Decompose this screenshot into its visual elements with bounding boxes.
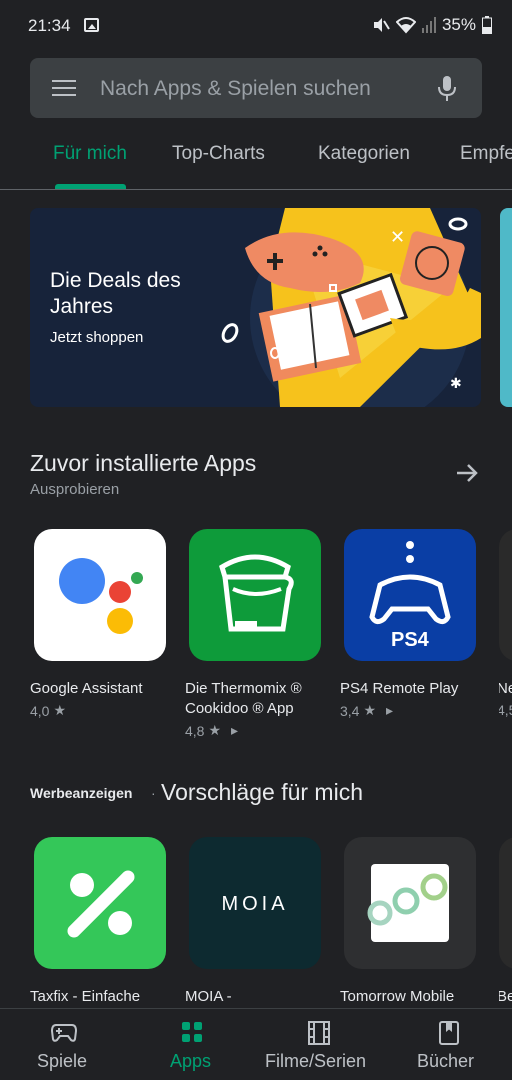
rating-value: 3,4	[340, 702, 360, 719]
google-assistant-icon	[34, 529, 166, 661]
ads-separator: ·	[151, 785, 156, 801]
nav-apps[interactable]: Apps	[128, 1009, 256, 1080]
app-name: Die Thermomix ®	[185, 680, 302, 697]
battery-percent: 35%	[441, 15, 476, 34]
signal-icon	[421, 17, 436, 33]
top-tabs: Für mich Top-Charts Kategorien Empfe	[0, 120, 512, 190]
app-name: Be	[499, 988, 512, 1005]
nav-label: Apps	[170, 1051, 212, 1071]
ps4-icon: PS4	[344, 529, 476, 661]
gamepad-icon	[51, 1024, 77, 1042]
microphone-icon[interactable]	[436, 75, 458, 103]
bottom-navigation: Spiele Apps Filme/Serien Bücher	[0, 1008, 512, 1080]
gallery-notification-icon	[84, 18, 99, 32]
svg-text:✕: ✕	[390, 227, 405, 248]
app-name-line2: Cookidoo ® App	[185, 700, 294, 717]
tab-top-charts[interactable]: Top-Charts	[172, 143, 265, 165]
tab-fuer-mich[interactable]: Für mich	[53, 143, 127, 165]
search-bar[interactable]: Nach Apps & Spielen suchen	[30, 58, 482, 118]
status-icons: 35%	[372, 15, 492, 35]
wifi-icon	[395, 17, 416, 34]
active-tab-indicator	[55, 184, 126, 189]
status-time: 21:34	[28, 16, 71, 35]
section-subtitle-installed: Ausprobieren	[30, 481, 120, 498]
app-card-ps4-remote-play[interactable]: PS4 PS4 Remote Play 3,4 ★ ▸	[340, 529, 484, 719]
banner-title: Die Deals des Jahres	[50, 269, 181, 318]
installed-badge-icon: ▸	[386, 702, 394, 718]
banner-cta[interactable]: Jetzt shoppen	[50, 329, 143, 346]
tomorrow-icon	[344, 837, 476, 969]
film-icon	[308, 1021, 330, 1045]
tab-empfehlungen[interactable]: Empfe	[460, 143, 512, 165]
next-banner-peek[interactable]	[500, 208, 512, 407]
bookmark-book-icon	[439, 1021, 459, 1045]
nav-label: Spiele	[37, 1051, 88, 1071]
app-rating: 4,0 ★	[30, 702, 174, 719]
taxfix-icon	[34, 837, 166, 969]
search-input[interactable]: Nach Apps & Spielen suchen	[100, 77, 371, 101]
nav-label: Bücher	[417, 1051, 475, 1071]
nav-buecher[interactable]: Bücher	[384, 1009, 512, 1080]
rating-value: 4,0	[30, 702, 50, 719]
app-name: PS4 Remote Play	[340, 680, 459, 697]
star-icon: ★	[53, 702, 67, 718]
app-card-partial-2[interactable]: Be	[499, 837, 512, 1007]
promo-banner[interactable]: ✕ ✱ Die Deals des Jahres Jetzt shoppen	[30, 208, 481, 407]
apps-grid-icon	[182, 1022, 202, 1042]
app-name: Tomorrow Mobile	[340, 988, 455, 1005]
app-rating: 3,4 ★ ▸	[340, 702, 484, 719]
status-bar: 21:34 35%	[0, 0, 512, 52]
arrow-right-icon[interactable]	[455, 461, 479, 485]
rating-value: 4,5	[499, 702, 512, 718]
thermomix-icon	[189, 529, 321, 661]
partial-app-icon	[499, 837, 512, 969]
nav-label: Filme/Serien	[265, 1051, 367, 1071]
partial-app-icon	[499, 529, 512, 661]
star-icon: ★	[208, 722, 222, 738]
app-name: MOIA -	[185, 988, 232, 1005]
hamburger-menu-icon[interactable]	[52, 80, 76, 96]
mute-icon	[373, 18, 390, 32]
tab-kategorien[interactable]: Kategorien	[318, 143, 410, 165]
ps4-label: PS4	[391, 629, 429, 651]
section-title-installed: Zuvor installierte Apps	[30, 450, 257, 476]
ads-label: Werbeanzeigen	[30, 785, 133, 801]
app-card-tomorrow[interactable]: Tomorrow Mobile	[340, 837, 484, 1007]
app-card-moia[interactable]: MOIA MOIA -	[185, 837, 329, 1007]
rating-value: 4,8	[185, 722, 205, 739]
installed-badge-icon: ▸	[231, 722, 239, 738]
app-rating: 4,8 ★ ▸	[185, 722, 329, 739]
app-name: Google Assistant	[30, 680, 143, 697]
app-card-partial[interactable]: Ne 4,5	[499, 529, 512, 718]
nav-filme-serien[interactable]: Filme/Serien	[256, 1009, 384, 1080]
moia-icon: MOIA	[189, 837, 321, 969]
app-card-thermomix[interactable]: Die Thermomix ® Cookidoo ® App 4,8 ★ ▸	[185, 529, 329, 739]
moia-wordmark: MOIA	[221, 893, 289, 915]
app-card-google-assistant[interactable]: Google Assistant 4,0 ★	[30, 529, 174, 719]
star-icon: ★	[363, 702, 377, 718]
app-rating: 4,5	[499, 702, 512, 718]
battery-icon	[482, 16, 492, 34]
app-card-taxfix[interactable]: Taxfix - Einfache	[30, 837, 174, 1007]
app-name: Taxfix - Einfache	[30, 988, 141, 1005]
app-name: Ne	[499, 680, 512, 697]
svg-text:✱: ✱	[450, 376, 462, 392]
section-title-suggested: Vorschläge für mich	[161, 779, 363, 805]
nav-spiele[interactable]: Spiele	[0, 1009, 128, 1080]
